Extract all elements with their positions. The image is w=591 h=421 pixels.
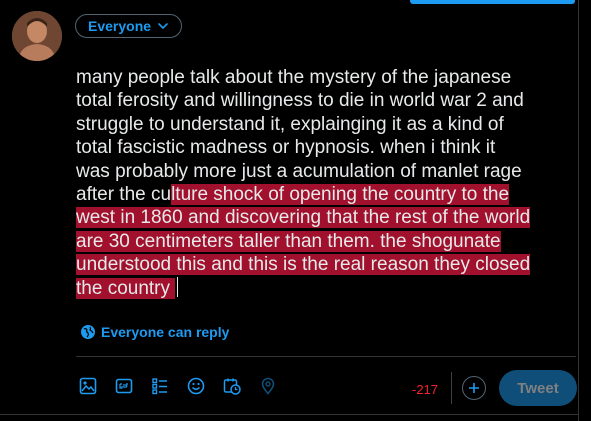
- composer-toolbar: [76, 374, 280, 398]
- reply-setting[interactable]: Everyone can reply: [80, 324, 229, 340]
- media-icon[interactable]: [76, 374, 100, 398]
- add-tweet-button[interactable]: [462, 376, 486, 400]
- avatar[interactable]: [12, 11, 62, 61]
- location-icon[interactable]: [256, 374, 280, 398]
- globe-icon: [81, 325, 95, 339]
- tweet-text-editor[interactable]: many people talk about the mystery of th…: [76, 66, 576, 300]
- chevron-down-icon: [158, 23, 168, 30]
- over-limit-highlight: lture shock of opening the country to th…: [171, 183, 510, 205]
- toolbar-separator: [451, 372, 452, 404]
- text-caret: [177, 276, 179, 297]
- panel-border: [578, 0, 579, 421]
- text-line: after the culture shock of opening the c…: [76, 183, 576, 206]
- over-limit-highlight: the country: [76, 277, 176, 299]
- text-line-plain: struggle to understand it, explainging i…: [76, 113, 504, 135]
- text-line-plain: after the cu: [76, 183, 172, 205]
- text-line: total fascistic madness or hypnosis. whe…: [76, 136, 576, 159]
- text-line: struggle to understand it, explainging i…: [76, 113, 576, 136]
- tweet-button[interactable]: Tweet: [499, 370, 577, 406]
- plus-icon: [469, 383, 479, 393]
- text-line-plain: many people talk about the mystery of th…: [76, 67, 512, 88]
- reply-setting-label: Everyone can reply: [101, 324, 230, 340]
- text-line: the country: [76, 276, 576, 300]
- over-limit-highlight: west in 1860 and discovering that the re…: [76, 207, 531, 229]
- character-count: -217: [412, 382, 439, 397]
- divider: [76, 356, 576, 357]
- text-line: was probably more just a acumulation of …: [76, 160, 576, 183]
- text-line-plain: total fascistic madness or hypnosis. whe…: [76, 137, 496, 159]
- text-line: are 30 centimeters taller than them. the…: [76, 230, 576, 253]
- emoji-icon[interactable]: [184, 374, 208, 398]
- poll-icon[interactable]: [148, 374, 172, 398]
- text-line-plain: total ferosity and willingness to die in…: [76, 90, 524, 112]
- tweet-button-label: Tweet: [517, 379, 559, 397]
- avatar-image: [12, 11, 62, 61]
- top-accent-bar: [410, 0, 575, 4]
- text-line: total ferosity and willingness to die in…: [76, 89, 576, 112]
- schedule-icon[interactable]: [220, 374, 244, 398]
- text-line: west in 1860 and discovering that the re…: [76, 206, 576, 229]
- audience-label: Everyone: [88, 18, 152, 34]
- gif-icon[interactable]: [112, 374, 136, 398]
- over-limit-highlight: understood this and this is the real rea…: [76, 254, 531, 276]
- text-line: understood this and this is the real rea…: [76, 253, 576, 276]
- panel-bottom-border: [0, 414, 579, 415]
- text-line-plain: was probably more just a acumulation of …: [76, 160, 522, 182]
- over-limit-highlight: are 30 centimeters taller than them. the…: [76, 230, 501, 252]
- text-line: many people talk about the mystery of th…: [76, 66, 576, 89]
- audience-selector[interactable]: Everyone: [75, 14, 183, 38]
